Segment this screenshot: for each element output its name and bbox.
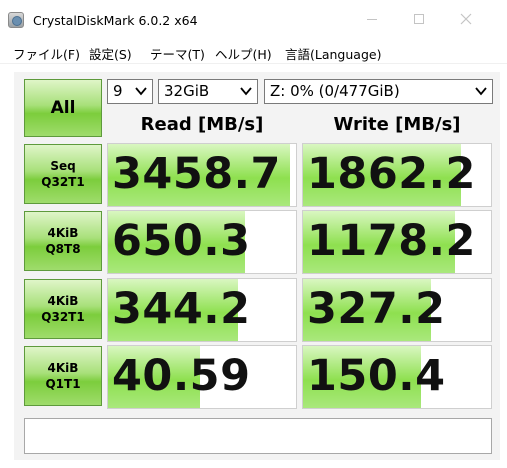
maximize-button[interactable] bbox=[396, 0, 442, 38]
menu-file[interactable]: ファイル(F) bbox=[13, 44, 80, 63]
test-button-4kib-q8t8[interactable]: 4KiB Q8T8 bbox=[24, 211, 102, 271]
write-result-4kib-q1t1: 150.4 bbox=[302, 345, 492, 409]
title-bar[interactable]: CrystalDiskMark 6.0.2 x64 bbox=[0, 0, 507, 38]
menu-theme[interactable]: テーマ(T) bbox=[150, 44, 205, 63]
all-button[interactable]: All bbox=[24, 79, 102, 137]
test-count-select[interactable]: 9 bbox=[107, 79, 153, 104]
write-value: 1862.2 bbox=[307, 149, 476, 199]
test-label-line1: 4KiB bbox=[47, 294, 79, 308]
comment-field[interactable] bbox=[24, 418, 492, 454]
read-result-4kib-q8t8: 650.3 bbox=[107, 210, 297, 274]
minimize-icon bbox=[367, 18, 377, 20]
test-label-line2: Q32T1 bbox=[41, 310, 85, 324]
chevron-down-icon bbox=[240, 87, 252, 96]
maximize-icon bbox=[414, 14, 424, 24]
crystaldiskmark-app-icon bbox=[8, 12, 24, 28]
test-label-line2: Q8T8 bbox=[45, 242, 81, 256]
read-result-4kib-q1t1: 40.59 bbox=[107, 345, 297, 409]
test-button-4kib-q1t1[interactable]: 4KiB Q1T1 bbox=[24, 346, 102, 406]
chevron-down-icon bbox=[475, 87, 487, 96]
read-value: 3458.7 bbox=[112, 149, 281, 199]
write-result-4kib-q8t8: 1178.2 bbox=[302, 210, 492, 274]
close-icon bbox=[460, 13, 472, 25]
menu-help[interactable]: ヘルプ(H) bbox=[215, 44, 272, 63]
write-column-header: Write [MB/s] bbox=[333, 114, 461, 135]
window-title: CrystalDiskMark 6.0.2 x64 bbox=[33, 13, 198, 28]
test-label-line1: 4KiB bbox=[47, 226, 79, 240]
read-value: 344.2 bbox=[112, 284, 251, 334]
write-result-4kib-q32t1: 327.2 bbox=[302, 278, 492, 342]
write-value: 327.2 bbox=[307, 284, 446, 334]
menu-bar: ファイル(F) 設定(S) テーマ(T) ヘルプ(H) 言語(Language) bbox=[0, 38, 507, 64]
test-button-seq-q32t1[interactable]: Seq Q32T1 bbox=[24, 144, 102, 204]
read-column-header: Read [MB/s] bbox=[140, 114, 264, 135]
test-label-line1: Seq bbox=[50, 159, 76, 173]
read-result-4kib-q32t1: 344.2 bbox=[107, 278, 297, 342]
write-value: 1178.2 bbox=[307, 216, 476, 266]
drive-select[interactable]: Z: 0% (0/477GiB) bbox=[264, 79, 493, 104]
test-button-4kib-q32t1[interactable]: 4KiB Q32T1 bbox=[24, 279, 102, 339]
read-result-seq-q32t1: 3458.7 bbox=[107, 143, 297, 207]
minimize-button[interactable] bbox=[349, 0, 395, 38]
test-size-select[interactable]: 32GiB bbox=[158, 79, 258, 104]
close-button[interactable] bbox=[443, 0, 489, 38]
menu-language[interactable]: 言語(Language) bbox=[285, 44, 381, 63]
write-result-seq-q32t1: 1862.2 bbox=[302, 143, 492, 207]
test-size-value: 32GiB bbox=[164, 82, 210, 100]
menu-settings[interactable]: 設定(S) bbox=[89, 44, 132, 63]
read-value: 650.3 bbox=[112, 216, 251, 266]
drive-value: Z: 0% (0/477GiB) bbox=[270, 82, 400, 100]
test-count-value: 9 bbox=[113, 82, 123, 100]
test-label-line2: Q32T1 bbox=[41, 175, 85, 189]
test-label-line2: Q1T1 bbox=[45, 377, 81, 391]
chevron-down-icon bbox=[135, 87, 147, 96]
write-value: 150.4 bbox=[307, 351, 446, 401]
test-label-line1: 4KiB bbox=[47, 361, 79, 375]
read-value: 40.59 bbox=[112, 351, 251, 401]
